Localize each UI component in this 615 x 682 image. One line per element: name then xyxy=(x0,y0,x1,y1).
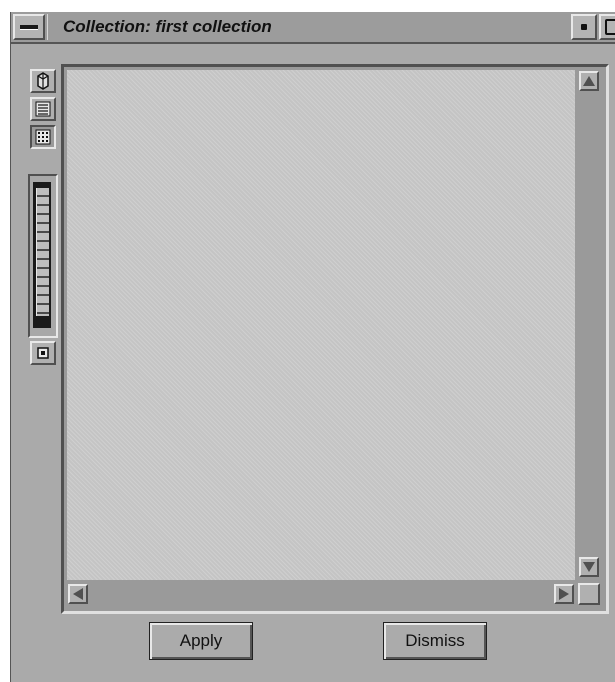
scroll-left-button[interactable] xyxy=(68,584,88,604)
apply-button[interactable]: Apply xyxy=(149,622,253,660)
column-view-icon xyxy=(35,129,51,145)
icon-view-button[interactable] xyxy=(30,69,56,93)
zoom-slider-thumb[interactable] xyxy=(36,188,49,316)
title-bar[interactable]: Collection: first collection xyxy=(11,12,615,44)
column-view-button[interactable] xyxy=(30,125,56,149)
title-field[interactable]: Collection: first collection xyxy=(47,14,571,40)
scrollbar-corner xyxy=(578,583,600,605)
collection-window: Collection: first collection Apply Dismi… xyxy=(10,12,615,682)
collection-content-area[interactable] xyxy=(67,70,575,580)
zoom-slider[interactable] xyxy=(28,174,58,338)
zoom-slider-track xyxy=(33,182,51,328)
minimize-button[interactable] xyxy=(571,14,597,40)
arrow-left-icon xyxy=(73,588,83,600)
list-view-icon xyxy=(35,101,51,117)
window-title: Collection: first collection xyxy=(63,17,272,36)
dismiss-button[interactable]: Dismiss xyxy=(383,622,487,660)
scroll-right-button[interactable] xyxy=(554,584,574,604)
minimize-icon xyxy=(581,24,587,30)
window-menu-button[interactable] xyxy=(13,14,45,40)
horizontal-scrollbar[interactable] xyxy=(67,583,575,605)
arrow-up-icon xyxy=(583,76,595,86)
stop-icon xyxy=(37,347,49,359)
maximize-button[interactable] xyxy=(599,14,615,40)
scroll-down-button[interactable] xyxy=(579,557,599,577)
scroll-up-button[interactable] xyxy=(579,71,599,91)
window-menu-icon xyxy=(20,25,38,30)
list-view-button[interactable] xyxy=(30,97,56,121)
arrow-down-icon xyxy=(583,562,595,572)
arrow-right-icon xyxy=(559,588,569,600)
vertical-scrollbar[interactable] xyxy=(578,70,600,580)
collection-viewer xyxy=(61,64,609,614)
maximize-icon xyxy=(605,19,615,35)
icon-view-icon xyxy=(37,72,49,90)
stop-button[interactable] xyxy=(30,341,56,365)
